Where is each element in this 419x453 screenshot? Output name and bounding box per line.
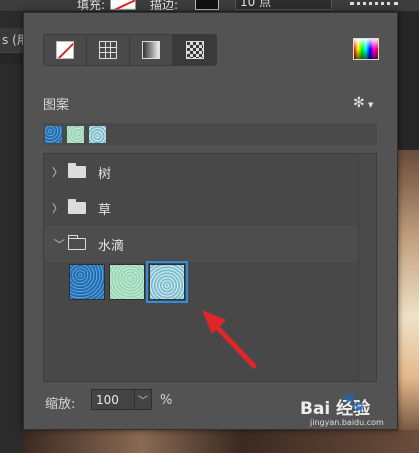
document-tab[interactable]: s (用	[0, 28, 23, 52]
folder-label: 草	[98, 202, 112, 218]
tree-scrollbar[interactable]	[358, 154, 376, 381]
red-arrow-annotation	[202, 310, 257, 369]
folder-label: 树	[98, 166, 112, 182]
chevron-down-icon[interactable]: 〉	[52, 239, 68, 250]
chevron-right-icon[interactable]: 〉	[52, 164, 63, 180]
stroke-width-value: 10 点	[240, 0, 272, 9]
no-color-button[interactable]	[44, 35, 87, 65]
solid-color-icon	[99, 41, 117, 59]
paw-logo-icon: 🐾	[342, 392, 365, 413]
options-bar: 填充: 描边: 10 点	[0, 0, 419, 12]
chevron-down-icon: ﹀	[138, 396, 148, 407]
water-drop-patterns	[69, 261, 188, 303]
gradient-icon	[142, 41, 160, 59]
gradient-button[interactable]	[130, 35, 173, 65]
no-fill-icon	[56, 41, 74, 59]
watermark-url: jingyan.baidu.com	[310, 418, 384, 427]
recent-patterns	[43, 123, 377, 145]
pattern-button[interactable]	[173, 35, 216, 65]
recent-pattern-blue[interactable]	[45, 125, 62, 143]
folder-open-icon	[67, 235, 86, 250]
chevron-down-icon[interactable]: ▼	[368, 101, 373, 109]
document-divider	[0, 52, 23, 64]
stroke-width-select[interactable]: 10 点	[235, 0, 332, 10]
baidu-watermark: Bai 经验 🐾 jingyan.baidu.com	[300, 392, 410, 434]
zoom-input[interactable]	[91, 389, 134, 410]
recent-pattern-green[interactable]	[67, 125, 84, 143]
zoom-dropdown-button[interactable]: ﹀	[134, 389, 152, 410]
folder-row-grass[interactable]: 〉 草	[44, 190, 358, 226]
zoom-unit: %	[160, 393, 173, 408]
document-tab-label: s (用	[2, 33, 23, 47]
gear-icon[interactable]: ✻	[353, 95, 365, 111]
stroke-swatch[interactable]	[195, 0, 219, 10]
chevron-right-icon[interactable]: 〉	[52, 200, 63, 216]
folder-icon	[68, 199, 86, 214]
recent-pattern-teal[interactable]	[89, 125, 106, 143]
stroke-style-select[interactable]	[350, 2, 398, 5]
pattern-section-title: 图案	[43, 98, 70, 113]
solid-color-button[interactable]	[87, 35, 130, 65]
color-picker-icon[interactable]	[353, 38, 379, 60]
pattern-swatch-green[interactable]	[109, 264, 145, 300]
zoom-label: 缩放:	[45, 397, 76, 412]
folder-row-trees[interactable]: 〉 树	[44, 154, 358, 190]
folder-label: 水滴	[98, 238, 125, 254]
pattern-swatch-blue[interactable]	[69, 264, 105, 300]
fill-label: 填充:	[77, 0, 106, 12]
document-area-left	[0, 12, 23, 453]
folder-icon	[68, 163, 86, 178]
stroke-label: 描边:	[150, 0, 179, 12]
fill-swatch[interactable]	[110, 0, 136, 10]
photoshop-workspace: 填充: 描边: 10 点 s (用 图案 ✻ ▼ 〉 树 〉 草 〉 水滴 缩放…	[0, 0, 419, 453]
pattern-icon	[185, 41, 204, 59]
pattern-swatch-teal-selected[interactable]	[146, 261, 188, 303]
fill-type-buttons	[43, 34, 217, 66]
folder-row-water-drops[interactable]: 〉 水滴	[44, 226, 358, 262]
